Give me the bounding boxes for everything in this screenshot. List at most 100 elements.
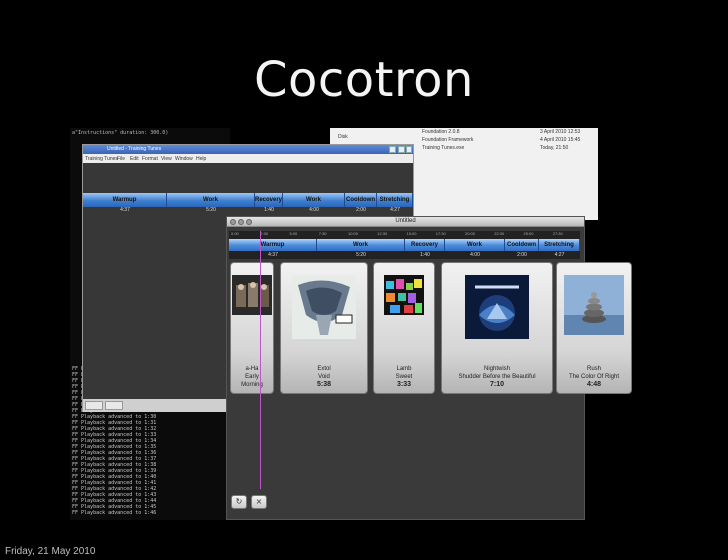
track-title: Early — [245, 374, 259, 380]
remove-button[interactable]: × — [251, 495, 267, 509]
refresh-button[interactable]: ↻ — [231, 495, 247, 509]
playhead[interactable] — [260, 231, 261, 507]
phase-cooldown[interactable]: Cooldown — [505, 239, 539, 251]
small-phase-recovery[interactable]: Recovery — [255, 193, 283, 207]
small-window-menubar: Training Tunes File Edit Format View Win… — [83, 154, 413, 163]
finder-row-name: Foundation 2.0.8 — [422, 129, 460, 135]
small-phase-time: 4:27 — [390, 207, 400, 213]
phase-stretching[interactable]: Stretching — [539, 239, 580, 251]
workout-timeline[interactable]: 0:00 2:30 5:00 7:30 10:00 12:30 15:00 17:30 20:0… — [229, 231, 580, 259]
small-phase-time: 1:40 — [264, 207, 274, 213]
album-cover-rush — [564, 275, 624, 335]
finder-row-date: Today, 21:50 — [540, 145, 569, 151]
timeline-tick: 7:30 — [318, 231, 327, 236]
track-card[interactable]: Extol Void 5:38 — [280, 262, 368, 394]
track-title: The Color Of Right — [568, 374, 620, 380]
menu-item-edit[interactable]: Edit — [130, 156, 139, 162]
menu-item-app[interactable]: Training Tunes — [85, 156, 118, 162]
finder-row-date: 3 April 2010 12:53 — [540, 129, 581, 135]
slide-footer-date: Friday, 21 May 2010 — [5, 546, 96, 557]
timeline-tick: 17:30 — [435, 231, 446, 236]
small-phase-work[interactable]: Work — [167, 193, 255, 207]
track-artist: Lamb — [396, 366, 412, 372]
small-phase-warmup[interactable]: Warmup — [83, 193, 167, 207]
phase-work-2[interactable]: Work — [445, 239, 505, 251]
track-artist: a-Ha — [245, 366, 259, 372]
phase-duration: 4:37 — [268, 252, 278, 258]
track-duration: 4:48 — [586, 381, 601, 388]
small-phase-strip: Warmup Work Recovery Work Cooldown Stret… — [83, 193, 413, 217]
phase-duration: 5:20 — [356, 252, 366, 258]
timeline-tick: 2:30 — [260, 231, 269, 236]
track-artist: Rush — [586, 366, 601, 372]
small-footer-button[interactable] — [85, 401, 103, 410]
finder-row-date: 4 April 2010 15:45 — [540, 137, 581, 143]
menu-item-view[interactable]: View — [161, 156, 172, 162]
finder-row-name: Training Tunes.exe — [422, 145, 465, 151]
finder-row[interactable]: Foundation Framework 4 April 2010 15:45 — [330, 136, 598, 144]
track-info: Lamb Sweet 3:33 — [374, 365, 434, 389]
track-duration: 7:10 — [489, 381, 504, 388]
album-cover-lamb — [384, 275, 424, 315]
terminal-line: FF Playback advanced to 1:46 — [72, 510, 157, 516]
close-icon: × — [255, 497, 263, 506]
track-info: a-Ha Early Morning — [231, 365, 273, 389]
small-phase-work-2[interactable]: Work — [283, 193, 345, 207]
track-title: Void — [318, 374, 330, 380]
menu-item-file[interactable]: File — [117, 156, 125, 162]
small-phase-time: 2:00 — [356, 207, 366, 213]
track-title: Shudder Before the Beautiful — [458, 374, 536, 380]
album-cover-extol — [292, 275, 356, 339]
finder-row-name: Foundation Framework — [422, 137, 474, 143]
big-window-footer: ↻ × — [227, 489, 584, 519]
phase-recovery[interactable]: Recovery — [405, 239, 445, 251]
menu-item-help[interactable]: Help — [196, 156, 206, 162]
album-cover-nightwish — [465, 275, 529, 339]
phase-work[interactable]: Work — [317, 239, 405, 251]
track-title-line2: Morning — [241, 382, 263, 388]
timeline-tick: 27:30 — [552, 231, 563, 236]
small-phase-stretching[interactable]: Stretching — [377, 193, 413, 207]
small-phase-time: 4:00 — [309, 207, 319, 213]
track-artist: Extol — [317, 366, 331, 372]
track-info: Rush The Color Of Right 4:48 — [557, 365, 631, 389]
phase-warmup[interactable]: Warmup — [229, 239, 317, 251]
small-footer-button[interactable] — [105, 401, 123, 410]
slide-title: Cocotron — [254, 52, 474, 108]
track-info: Extol Void 5:38 — [281, 365, 367, 389]
menu-item-window[interactable]: Window — [175, 156, 193, 162]
track-card[interactable]: Lamb Sweet 3:33 — [373, 262, 435, 394]
untitled-window: Untitled 0:00 2:30 5:00 7:30 10:00 12:30 15:00… — [226, 216, 585, 520]
phase-duration: 4:00 — [470, 252, 480, 258]
timeline-tick: 0:00 — [231, 231, 239, 236]
small-phase-cooldown[interactable]: Cooldown — [345, 193, 377, 207]
refresh-icon: ↻ — [235, 497, 243, 506]
finder-row[interactable]: Foundation 2.0.8 3 April 2010 12:53 — [330, 128, 598, 136]
timeline-tick: 25:00 — [523, 231, 534, 236]
track-duration: 5:38 — [316, 381, 331, 388]
track-card[interactable]: Nightwish Shudder Before the Beautiful 7… — [441, 262, 553, 394]
phase-duration: 2:00 — [517, 252, 527, 258]
small-phase-time: 4:37 — [120, 207, 130, 213]
timeline-tick: 15:00 — [406, 231, 417, 236]
album-cover-aha — [232, 275, 272, 315]
track-card[interactable]: a-Ha Early Morning — [230, 262, 274, 394]
small-window-titlebar[interactable]: Untitled - Training Tunes — [83, 145, 413, 154]
menu-item-format[interactable]: Format — [142, 156, 158, 162]
maximize-button[interactable] — [398, 146, 405, 153]
phase-duration: 1:40 — [420, 252, 430, 258]
track-artist: Nightwish — [483, 366, 510, 372]
close-button[interactable] — [406, 146, 412, 153]
track-duration: 3:33 — [396, 381, 411, 388]
track-card[interactable]: Rush The Color Of Right 4:48 — [556, 262, 632, 394]
big-window-titlebar[interactable]: Untitled — [227, 217, 584, 227]
track-info: Nightwish Shudder Before the Beautiful 7… — [442, 365, 552, 389]
timeline-tick: 12:30 — [377, 231, 388, 236]
timeline-tick: 10:00 — [348, 231, 359, 236]
small-phase-time: 5:20 — [206, 207, 216, 213]
track-title: Sweet — [395, 374, 413, 380]
timeline-tick: 20:00 — [465, 231, 476, 236]
timeline-tick: 22:30 — [494, 231, 505, 236]
minimize-button[interactable] — [389, 146, 396, 153]
small-window-title: Untitled - Training Tunes — [107, 146, 162, 152]
